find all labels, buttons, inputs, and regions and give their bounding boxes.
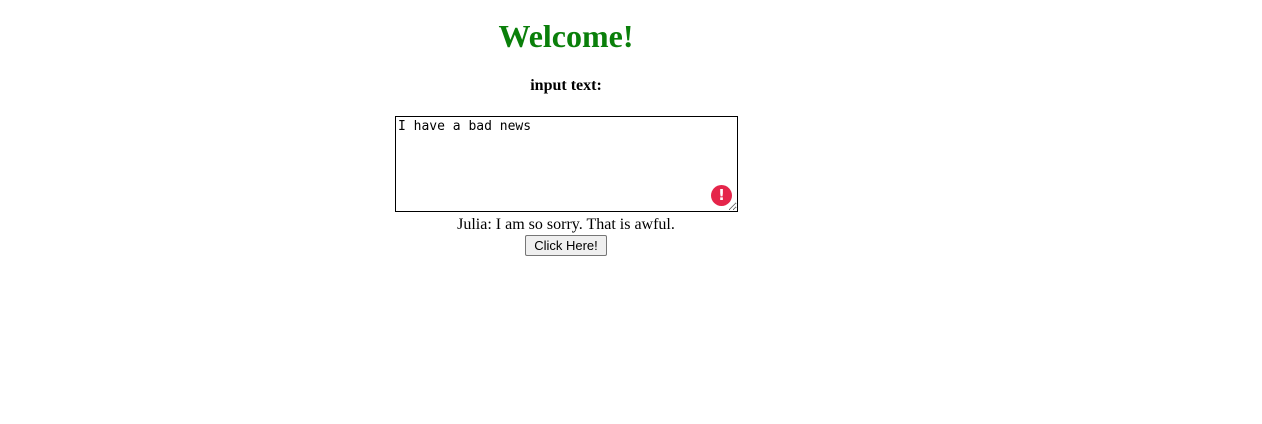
message-input[interactable]: I have a bad news [395, 116, 738, 212]
page-title: Welcome! [498, 18, 634, 54]
input-label: input text: [530, 77, 602, 94]
message-input-container: I have a bad news ! [395, 116, 738, 212]
page: Welcome! input text: I have a bad news !… [0, 0, 1262, 424]
response-text: Julia: I am so sorry. That is awful. [457, 216, 675, 233]
exclamation-circle-icon[interactable]: ! [711, 185, 732, 206]
click-here-button[interactable]: Click Here! [525, 235, 607, 256]
